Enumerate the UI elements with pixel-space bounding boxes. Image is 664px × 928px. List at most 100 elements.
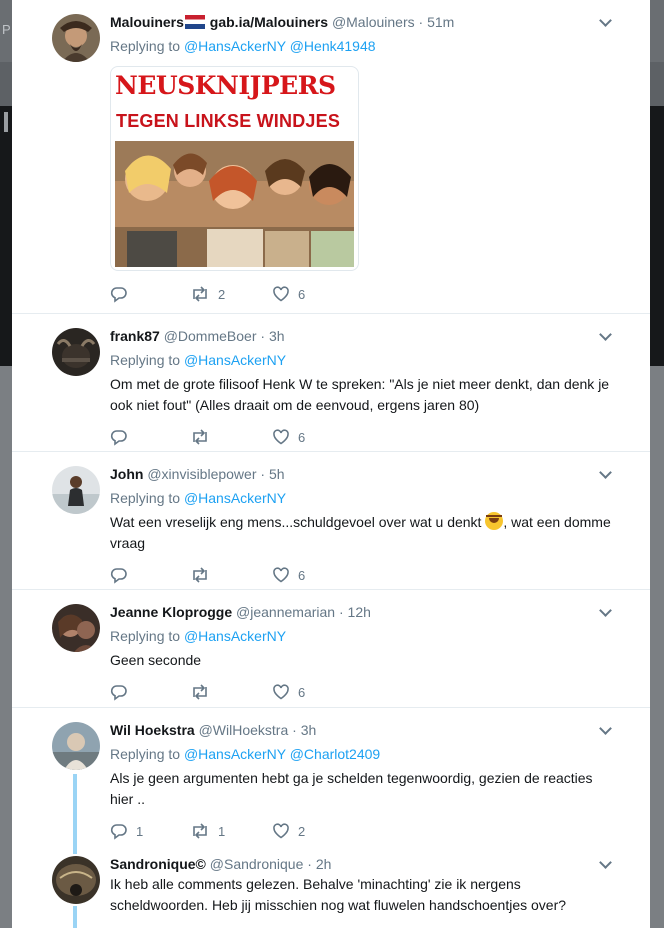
reply-button[interactable] [110,566,136,584]
retweet-icon [193,567,207,583]
like-button[interactable]: 2 [272,822,305,840]
avatar[interactable] [52,722,100,770]
tweet-header: Sandronique© @Sandronique · 2h [110,856,332,872]
reply-icon [110,685,127,701]
heart-icon [273,286,289,302]
retweet-button[interactable] [190,683,218,701]
user-handle[interactable]: @Malouiners [332,14,415,30]
timestamp[interactable]: 12h [348,604,371,620]
user-handle[interactable]: @WilHoekstra [199,722,289,738]
heart-icon [273,567,289,583]
tweet[interactable]: Sandronique© @Sandronique · 2h Ik heb al… [12,848,650,928]
mention-link[interactable]: @HansAckerNY [184,38,286,54]
retweet-button[interactable] [190,428,218,446]
tweet-text: Ik heb alle comments gelezen. Behalve 'm… [110,876,567,913]
avatar[interactable] [52,328,100,376]
thread-connector [73,906,77,928]
timestamp[interactable]: 2h [316,856,332,872]
replying-to: Replying to @HansAckerNY [110,488,634,508]
replying-label: Replying to [110,38,181,54]
like-button[interactable]: 6 [272,285,305,303]
tweet-actions: 6 [110,566,634,590]
image-subtitle: TEGEN LINKSE WINDJES [116,111,341,131]
mention-link[interactable]: @HansAckerNY [184,746,286,762]
reply-count: 1 [136,823,144,839]
tweet[interactable]: Wil Hoekstra @WilHoekstra · 3h Replying … [12,708,650,848]
timestamp[interactable]: 3h [269,328,285,344]
replying-to: Replying to @HansAckerNY [110,350,634,370]
replying-label: Replying to [110,352,181,368]
tears-of-joy-emoji-icon [485,512,504,530]
user-handle[interactable]: @DommeBoer [164,328,257,344]
avatar[interactable] [52,14,100,62]
avatar[interactable] [52,466,100,514]
avatar[interactable] [52,856,100,904]
heart-icon [273,684,289,700]
reply-button[interactable] [110,285,136,303]
tweet-header: Wil Hoekstra @WilHoekstra · 3h [110,722,317,738]
retweet-button[interactable] [190,566,218,584]
display-name-suffix[interactable]: gab.ia/Malouiners [210,14,328,30]
like-count: 6 [298,567,306,583]
tweet-image[interactable]: NEUSKNIJPERS TEGEN LINKSE WINDJES [110,66,359,271]
heart-icon [273,823,289,839]
like-button[interactable]: 6 [272,566,305,584]
reply-icon [110,568,127,584]
mention-link[interactable]: @HansAckerNY [184,490,286,506]
reply-button[interactable] [110,428,136,446]
like-button[interactable]: 6 [272,428,305,446]
display-name[interactable]: frank87 [110,328,160,344]
retweet-button[interactable]: 2 [190,285,225,303]
retweet-icon [193,429,207,445]
tweet-text: Als je geen argumenten hebt ga je scheld… [110,770,593,807]
replying-to: Replying to @HansAckerNY [110,626,634,646]
reply-icon [110,824,127,840]
tweet[interactable]: John @xinvisiblepower · 5h Replying to @… [12,452,650,590]
background-mark [4,112,8,132]
tweet-text: Om met de grote filisoof Henk W te sprek… [110,376,610,413]
like-button[interactable]: 6 [272,683,305,701]
like-count: 2 [298,823,306,839]
display-name[interactable]: Malouiners [110,14,184,30]
retweet-icon [193,823,207,839]
like-count: 6 [298,286,306,302]
like-count: 6 [298,429,306,445]
reply-button[interactable]: 1 [110,822,143,840]
background-letter: P [2,22,11,37]
display-name[interactable]: Jeanne Kloprogge [110,604,232,620]
tweet-actions: 6 [110,683,634,707]
avatar[interactable] [52,604,100,652]
reply-icon [110,430,127,446]
thread-connector [73,848,77,854]
user-handle[interactable]: @xinvisiblepower [147,466,256,482]
mention-link[interactable]: @Charlot2409 [290,746,381,762]
retweet-button[interactable]: 1 [190,822,225,840]
mention-link[interactable]: @Henk41948 [290,38,376,54]
tweet-text: Wat een vreselijk eng mens...schuldgevoe… [110,512,615,554]
tweet[interactable]: frank87 @DommeBoer · 3h Replying to @Han… [12,314,650,452]
user-handle[interactable]: @Sandronique [210,856,304,872]
netherlands-flag-icon [184,15,205,29]
tweet-header: Jeanne Kloprogge @jeannemarian · 12h [110,604,371,620]
tweet[interactable]: Malouiners gab.ia/Malouiners @Malouiners… [12,0,650,314]
tweet[interactable]: Jeanne Kloprogge @jeannemarian · 12h Rep… [12,590,650,708]
timestamp[interactable]: 51m [427,14,454,30]
reply-icon [110,287,127,303]
display-name[interactable]: John [110,466,143,482]
user-handle[interactable]: @jeannemarian [236,604,335,620]
heart-icon [273,429,289,445]
mention-link[interactable]: @HansAckerNY [184,352,286,368]
image-title: NEUSKNIJPERS [115,71,336,100]
thread-connector [73,774,77,848]
replies-modal: Malouiners gab.ia/Malouiners @Malouiners… [12,0,650,928]
display-name[interactable]: Wil Hoekstra [110,722,195,738]
retweet-icon [193,286,207,302]
mention-link[interactable]: @HansAckerNY [184,628,286,644]
timestamp[interactable]: 3h [301,722,317,738]
timestamp[interactable]: 5h [269,466,285,482]
reply-button[interactable] [110,683,136,701]
display-name[interactable]: Sandronique© [110,856,206,872]
replying-label: Replying to [110,490,181,506]
tweet-header: frank87 @DommeBoer · 3h [110,328,285,344]
replying-to: Replying to @HansAckerNY @Henk41948 [110,36,634,56]
